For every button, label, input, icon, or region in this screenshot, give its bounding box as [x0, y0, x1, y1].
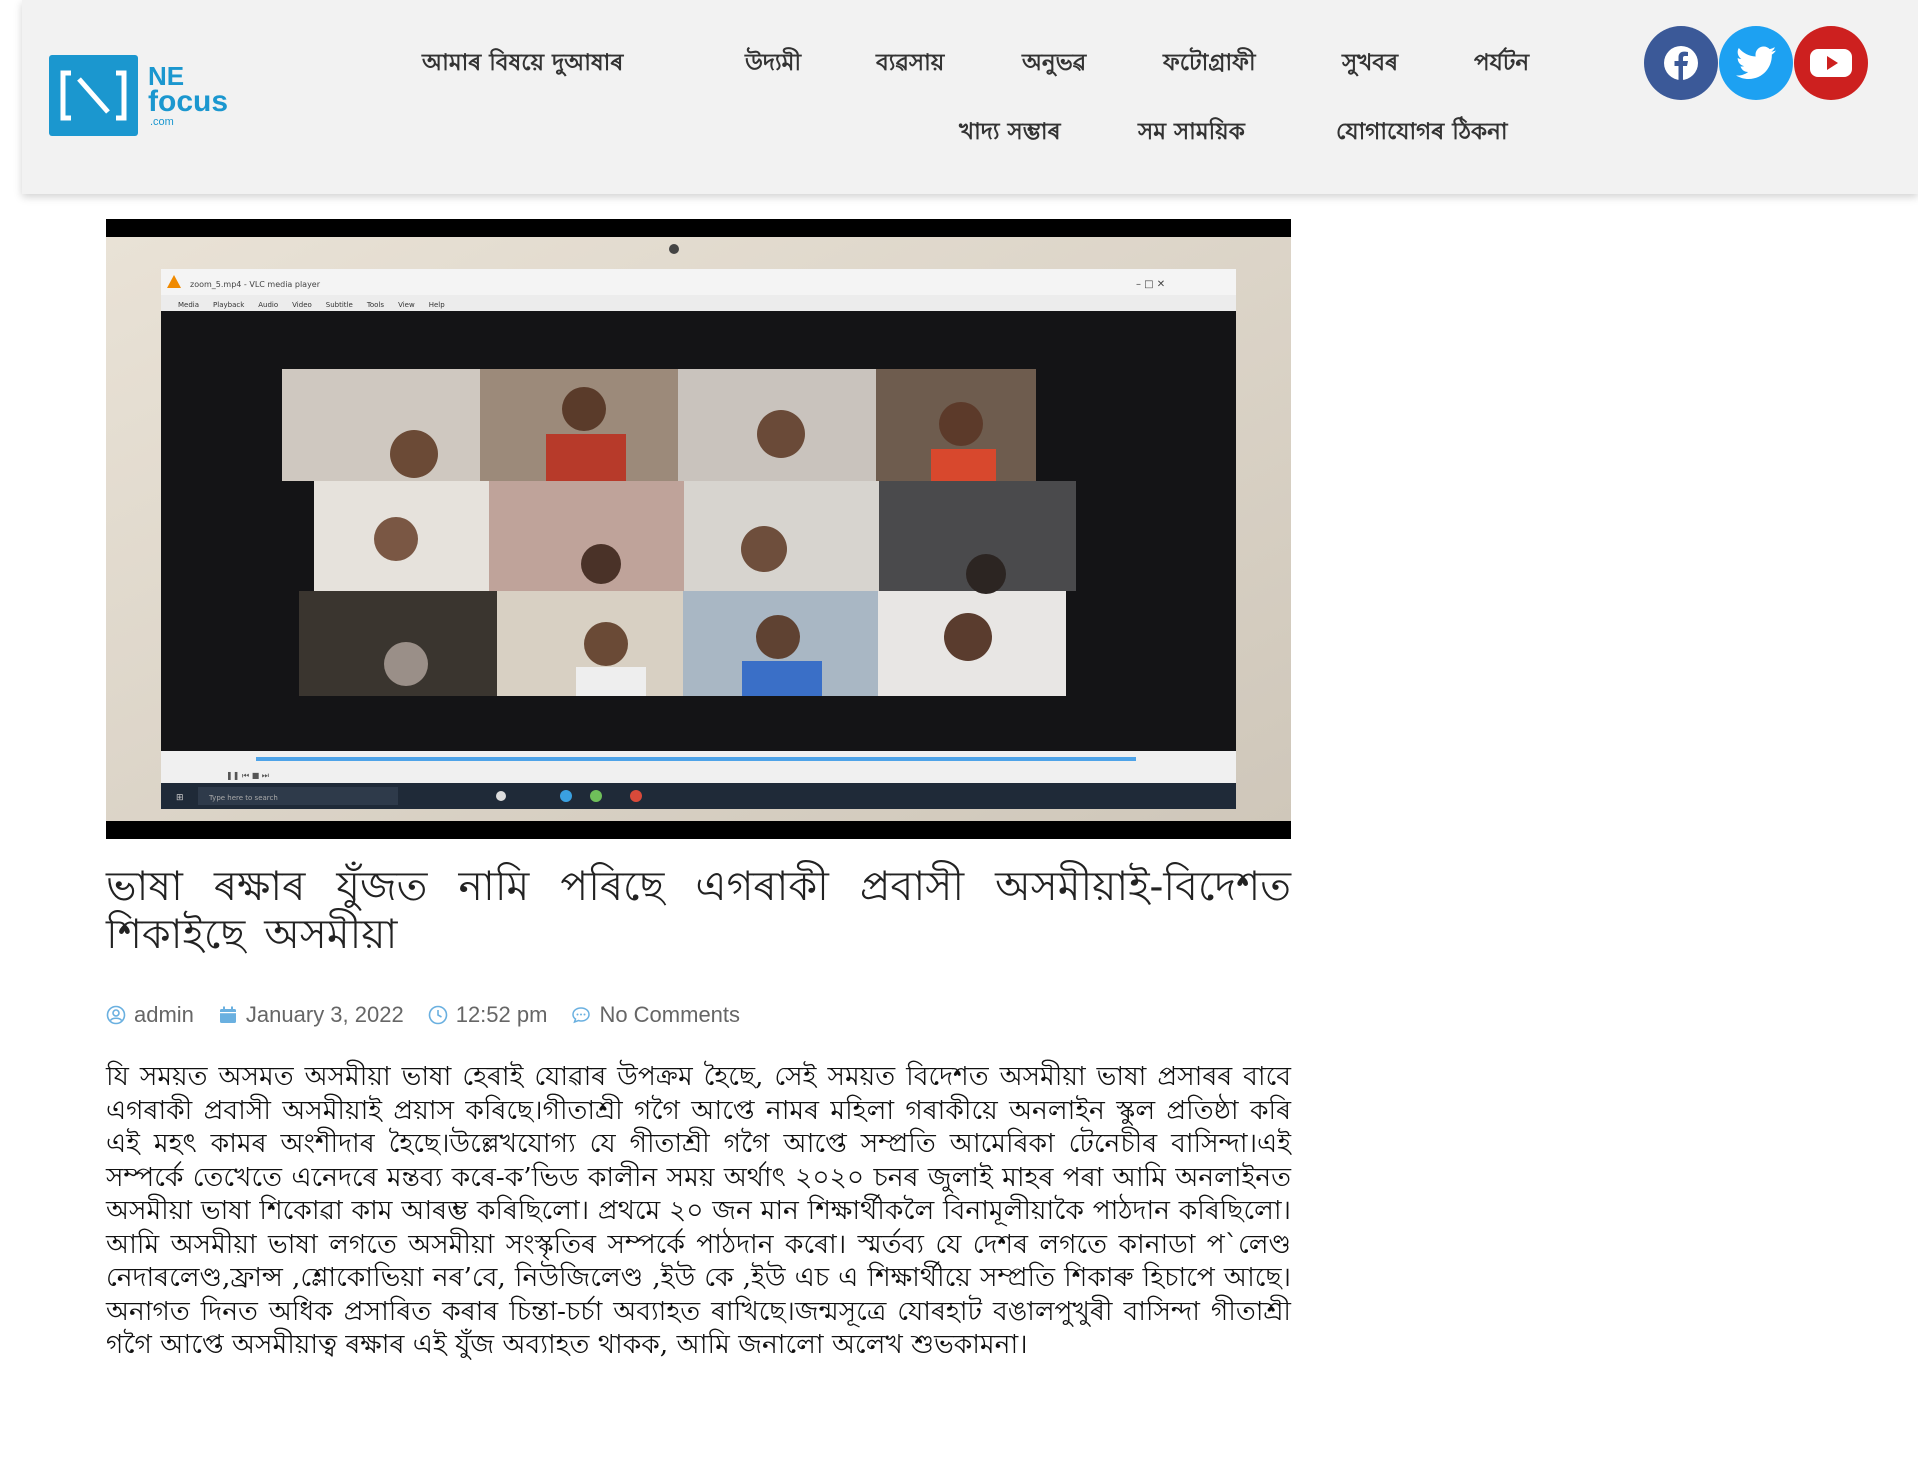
svg-text:❚❚ ⏮ ■ ⏭: ❚❚ ⏮ ■ ⏭: [226, 771, 269, 780]
twitter-button[interactable]: [1719, 26, 1793, 100]
social-links: [1644, 26, 1869, 100]
nav-good-news[interactable]: সুখবৰ: [1342, 44, 1398, 83]
main-nav: আমাৰ বিষয়ে দুআষাৰ উদ্যমী ব্যৱসায় অনুভৱ…: [22, 0, 1918, 194]
nav-contact[interactable]: যোগাযোগৰ ঠিকনা: [1336, 113, 1508, 152]
nav-about[interactable]: আমাৰ বিষয়ে দুআষাৰ: [422, 44, 623, 83]
post-comments[interactable]: No Comments: [571, 1002, 740, 1028]
nav-entrepreneur[interactable]: উদ্যমী: [745, 44, 801, 83]
post-date[interactable]: January 3, 2022: [218, 1002, 404, 1028]
article-title: ভাষা ৰক্ষাৰ যুঁজত নামি পৰিছে এগৰাকী প্ৰব…: [106, 862, 1291, 958]
vlc-menu-bar: Media Playback Audio Video Subtitle Tools View…: [178, 301, 445, 309]
calendar-icon: [219, 1006, 236, 1023]
featured-image: zoom_5.mp4 - VLC media player – □ ✕ Medi…: [106, 219, 1291, 839]
site-header: NE focus .com আমাৰ বিষয়ে দুআষাৰ উদ্যমী …: [22, 0, 1918, 194]
date-text: January 3, 2022: [245, 1002, 404, 1027]
video-call-photo: zoom_5.mp4 - VLC media player – □ ✕ Medi…: [106, 219, 1291, 839]
post-meta: admin January 3, 2022 12:52 pm No Commen…: [106, 1002, 764, 1028]
comment-icon: [572, 1007, 591, 1024]
svg-text:– □ ✕: – □ ✕: [1136, 279, 1165, 290]
taskbar-search: Type here to search: [208, 794, 278, 802]
user-icon: [106, 1005, 126, 1025]
youtube-button[interactable]: [1794, 26, 1868, 100]
nav-photography[interactable]: ফটোগ্ৰাফী: [1163, 44, 1256, 83]
participant-grid: [282, 369, 1076, 696]
nav-contemporary[interactable]: সম সাময়িক: [1138, 113, 1245, 152]
post-time: 12:52 pm: [428, 1002, 548, 1028]
nav-tourism[interactable]: পৰ্যটন: [1474, 44, 1529, 83]
facebook-icon: [1664, 46, 1698, 80]
author-name: admin: [134, 1002, 194, 1027]
youtube-icon: [1810, 49, 1852, 77]
twitter-icon: [1736, 46, 1776, 79]
vlc-window-title: zoom_5.mp4 - VLC media player: [190, 280, 321, 289]
nav-food[interactable]: খাদ্য সম্ভাৰ: [959, 113, 1061, 152]
facebook-button[interactable]: [1644, 26, 1718, 100]
post-author[interactable]: admin: [106, 1002, 194, 1028]
clock-icon: [428, 1005, 448, 1025]
nav-business[interactable]: ব্যৱসায়: [876, 44, 944, 83]
nav-experience[interactable]: অনুভৱ: [1022, 44, 1086, 83]
svg-text:⊞: ⊞: [176, 793, 184, 803]
time-text: 12:52 pm: [455, 1002, 548, 1027]
article-body: যি সময়ত অসমত অসমীয়া ভাষা হেৰাই যোৱাৰ উ…: [106, 1061, 1291, 1360]
comments-text: No Comments: [599, 1002, 741, 1027]
